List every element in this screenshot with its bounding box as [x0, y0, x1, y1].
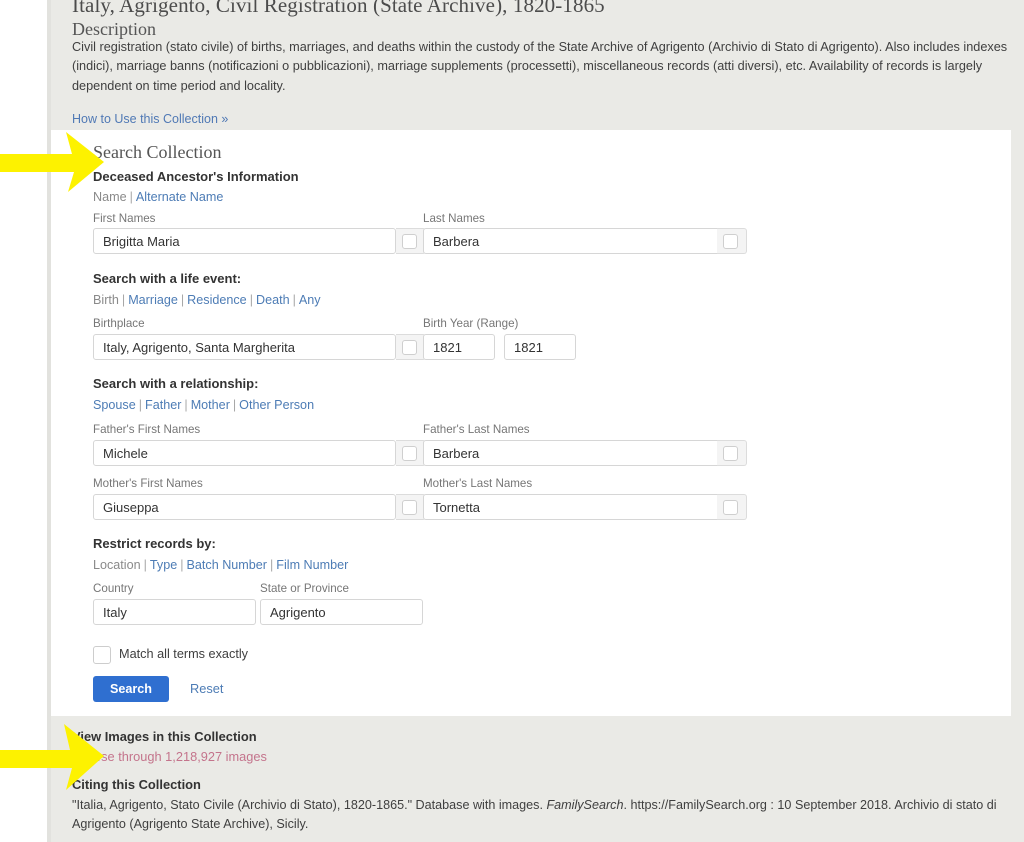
tab-separator: |	[143, 558, 147, 572]
tab-separator: |	[180, 293, 185, 307]
tab-film-number[interactable]: Film Number	[276, 558, 348, 572]
restrict-records-section-title: Restrict records by:	[93, 536, 216, 551]
tab-separator: |	[121, 293, 126, 307]
tab-separator: |	[184, 398, 188, 412]
checkbox-glyph	[723, 446, 738, 461]
page-root: Italy, Agrigento, Civil Registration (St…	[0, 0, 1024, 842]
relationship-section-title: Search with a relationship:	[93, 376, 259, 391]
search-collection-heading: Search Collection	[93, 142, 222, 162]
tab-spouse[interactable]: Spouse	[93, 398, 136, 412]
citation-source-name: FamilySearch	[546, 798, 624, 812]
deceased-tabs: Name | Alternate Name	[93, 190, 223, 204]
mothers-last-names-exact-toggle[interactable]	[717, 494, 747, 520]
tab-any[interactable]: Any	[299, 293, 321, 307]
checkbox-glyph	[402, 446, 417, 461]
checkbox-glyph	[402, 500, 417, 515]
checkbox-glyph	[723, 500, 738, 515]
fathers-last-names-exact-toggle[interactable]	[717, 440, 747, 466]
checkbox-glyph	[402, 340, 417, 355]
deceased-ancestor-section-title: Deceased Ancestor's Information	[93, 169, 299, 184]
how-to-use-collection-link[interactable]: How to Use this Collection »	[72, 112, 228, 126]
label-state-or-province: State or Province	[260, 582, 349, 595]
relationship-tabs: Spouse | Father | Mother | Other Person	[93, 398, 314, 412]
first-names-exact-toggle[interactable]	[396, 228, 426, 254]
country-input[interactable]	[93, 599, 256, 625]
label-mothers-first-names: Mother's First Names	[93, 477, 203, 490]
fathers-last-names-input[interactable]	[423, 440, 727, 466]
tab-separator: |	[232, 398, 237, 412]
fathers-first-names-input[interactable]	[93, 440, 396, 466]
fathers-first-names-exact-toggle[interactable]	[396, 440, 426, 466]
tab-separator: |	[292, 293, 296, 307]
tab-residence[interactable]: Residence	[187, 293, 247, 307]
tab-location[interactable]: Location	[93, 558, 141, 572]
tab-separator: |	[180, 558, 184, 572]
tab-name[interactable]: Name	[93, 190, 127, 204]
birthplace-exact-toggle[interactable]	[396, 334, 426, 360]
match-all-terms-label[interactable]: Match all terms exactly	[119, 647, 248, 661]
view-images-heading: View Images in this Collection	[72, 729, 257, 744]
citing-collection-heading: Citing this Collection	[72, 777, 201, 792]
label-mothers-last-names: Mother's Last Names	[423, 477, 533, 490]
mothers-last-names-input[interactable]	[423, 494, 727, 520]
label-birthplace: Birthplace	[93, 317, 145, 330]
citation-text: "Italia, Agrigento, Stato Civile (Archiv…	[72, 796, 1016, 835]
description-text: Civil registration (stato civile) of bir…	[72, 40, 1008, 93]
mothers-first-names-exact-toggle[interactable]	[396, 494, 426, 520]
label-fathers-last-names: Father's Last Names	[423, 423, 530, 436]
label-country: Country	[93, 582, 134, 595]
label-last-names: Last Names	[423, 212, 485, 225]
state-or-province-input[interactable]	[260, 599, 423, 625]
tab-mother[interactable]: Mother	[191, 398, 230, 412]
tab-birth[interactable]: Birth	[93, 293, 119, 307]
label-first-names: First Names	[93, 212, 156, 225]
life-event-tabs: Birth | Marriage | Residence | Death | Any	[93, 293, 321, 307]
tab-other-person[interactable]: Other Person	[239, 398, 314, 412]
page-title: Italy, Agrigento, Civil Registration (St…	[72, 0, 605, 17]
last-names-input[interactable]	[423, 228, 727, 254]
tab-separator: |	[129, 190, 133, 204]
first-names-input[interactable]	[93, 228, 396, 254]
citation-part-1: "Italia, Agrigento, Stato Civile (Archiv…	[72, 798, 547, 812]
tab-separator: |	[270, 558, 274, 572]
tab-separator: |	[249, 293, 253, 307]
tab-type[interactable]: Type	[150, 558, 177, 572]
mothers-first-names-input[interactable]	[93, 494, 396, 520]
last-names-exact-toggle[interactable]	[717, 228, 747, 254]
reset-link[interactable]: Reset	[190, 681, 223, 696]
tab-alternate-name[interactable]: Alternate Name	[136, 190, 224, 204]
search-collection-panel: Search Collection Deceased Ancestor's In…	[51, 130, 1011, 716]
browse-images-link[interactable]: Browse through 1,218,927 images	[72, 749, 267, 764]
checkbox-glyph	[402, 234, 417, 249]
birth-year-to-input[interactable]	[504, 334, 576, 360]
label-fathers-first-names: Father's First Names	[93, 423, 201, 436]
birthplace-input[interactable]	[93, 334, 396, 360]
search-button[interactable]: Search	[93, 676, 169, 702]
tab-separator: |	[138, 398, 142, 412]
tab-father[interactable]: Father	[145, 398, 181, 412]
tab-death[interactable]: Death	[256, 293, 290, 307]
checkbox-glyph	[723, 234, 738, 249]
tab-marriage[interactable]: Marriage	[128, 293, 178, 307]
life-event-section-title: Search with a life event:	[93, 271, 242, 286]
birth-year-from-input[interactable]	[423, 334, 495, 360]
tab-batch-number[interactable]: Batch Number	[187, 558, 268, 572]
match-all-terms-checkbox[interactable]	[93, 646, 111, 664]
label-birth-year-range: Birth Year (Range)	[423, 317, 519, 330]
restrict-tabs: Location | Type | Batch Number | Film Number	[93, 558, 348, 572]
